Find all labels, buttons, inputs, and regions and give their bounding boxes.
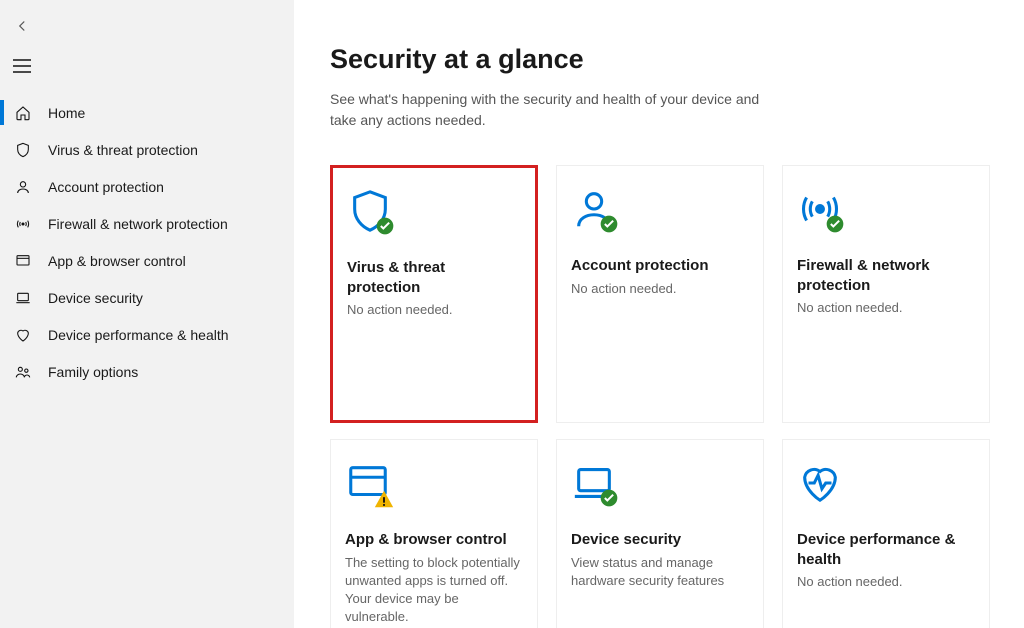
nav-label: Virus & threat protection — [48, 142, 198, 158]
sidebar-item-firewall[interactable]: Firewall & network protection — [0, 205, 294, 242]
sidebar-item-device-security[interactable]: Device security — [0, 279, 294, 316]
nav-label: Home — [48, 105, 85, 121]
back-button[interactable] — [0, 6, 44, 46]
person-icon — [15, 179, 31, 195]
card-title: Device security — [571, 530, 749, 550]
back-arrow-icon — [13, 17, 31, 35]
card-desc: No action needed. — [571, 280, 749, 298]
menu-button[interactable] — [0, 46, 44, 86]
home-icon — [15, 105, 31, 121]
nav-label: Device performance & health — [48, 327, 229, 343]
card-desc: No action needed. — [797, 573, 975, 591]
card-title: Firewall & network protection — [797, 256, 975, 295]
check-badge-icon — [599, 488, 619, 508]
nav-label: Family options — [48, 364, 138, 380]
check-badge-icon — [825, 214, 845, 234]
warning-badge-icon — [373, 488, 395, 510]
laptop-icon — [15, 290, 31, 306]
nav-label: Firewall & network protection — [48, 216, 228, 232]
card-title: Account protection — [571, 256, 749, 276]
heart-icon — [797, 460, 843, 506]
sidebar-item-performance[interactable]: Device performance & health — [0, 316, 294, 353]
card-firewall[interactable]: Firewall & network protection No action … — [782, 165, 990, 423]
page-subtitle: See what's happening with the security a… — [330, 89, 760, 131]
card-device-security[interactable]: Device security View status and manage h… — [556, 439, 764, 628]
cards-row-1: Virus & threat protection No action need… — [330, 165, 1024, 423]
card-account-protection[interactable]: Account protection No action needed. — [556, 165, 764, 423]
card-app-browser[interactable]: App & browser control The setting to blo… — [330, 439, 538, 628]
check-badge-icon — [375, 216, 395, 236]
sidebar: Home Virus & threat protection Account p… — [0, 0, 294, 628]
sidebar-item-app-browser[interactable]: App & browser control — [0, 242, 294, 279]
sidebar-item-family[interactable]: Family options — [0, 353, 294, 390]
cards-row-2: App & browser control The setting to blo… — [330, 439, 1024, 628]
browser-icon — [15, 253, 31, 269]
card-virus-threat[interactable]: Virus & threat protection No action need… — [330, 165, 538, 423]
page-title: Security at a glance — [330, 44, 1024, 75]
nav-label: App & browser control — [48, 253, 186, 269]
nav-list: Home Virus & threat protection Account p… — [0, 94, 294, 390]
card-device-performance[interactable]: Device performance & health No action ne… — [782, 439, 990, 628]
broadcast-icon — [15, 216, 31, 232]
shield-icon — [15, 142, 31, 158]
sidebar-item-virus[interactable]: Virus & threat protection — [0, 131, 294, 168]
main-content: Security at a glance See what's happenin… — [294, 0, 1024, 628]
nav-label: Device security — [48, 290, 143, 306]
family-icon — [15, 364, 31, 380]
card-title: Virus & threat protection — [347, 258, 521, 297]
card-desc: View status and manage hardware security… — [571, 554, 749, 590]
card-desc: No action needed. — [347, 301, 521, 319]
nav-label: Account protection — [48, 179, 164, 195]
card-desc: The setting to block potentially unwante… — [345, 554, 523, 627]
sidebar-item-account[interactable]: Account protection — [0, 168, 294, 205]
hamburger-icon — [13, 59, 31, 73]
card-title: Device performance & health — [797, 530, 975, 569]
heart-icon — [15, 327, 31, 343]
card-desc: No action needed. — [797, 299, 975, 317]
sidebar-item-home[interactable]: Home — [0, 94, 294, 131]
check-badge-icon — [599, 214, 619, 234]
card-title: App & browser control — [345, 530, 523, 550]
